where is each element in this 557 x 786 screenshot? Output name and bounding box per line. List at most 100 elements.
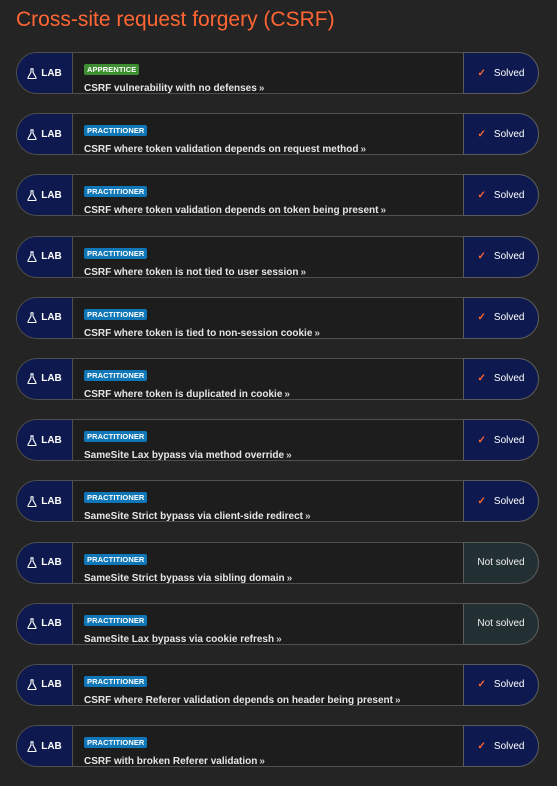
lab-badge: LAB [17,726,73,767]
level-tag: PRACTITIONER [84,737,148,749]
lab-badge-label: LAB [41,740,62,752]
lab-row[interactable]: LAB PRACTITIONER CSRF where token is not t… [16,235,539,278]
lab-body: PRACTITIONER CSRF where token is not tied… [84,243,458,278]
status-label: Solved [493,495,525,507]
status-label: Solved [493,67,525,79]
level-tag: PRACTITIONER [84,247,148,259]
lab-body: PRACTITIONER CSRF where token is tied to … [84,304,458,339]
status-label: Solved [493,128,525,140]
lab-row[interactable]: LAB PRACTITIONER CSRF where Referer valida… [16,663,539,706]
lab-badge: LAB [17,53,73,93]
lab-row[interactable]: LAB PRACTITIONER CSRF where token validati… [16,113,539,156]
lab-row[interactable]: LAB PRACTITIONER SameSite Strict bypass vi… [16,541,539,584]
lab-title: CSRF where token is not tied to user ses… [84,266,299,278]
lab-body: PRACTITIONER CSRF where token validation … [84,120,458,155]
double-chevron-right-icon: » [258,83,265,94]
lab-row[interactable]: LAB PRACTITIONER SameSite Lax bypass via m… [16,419,539,462]
lab-badge: LAB [17,603,73,644]
lab-title: SameSite Strict bypass via sibling domai… [84,572,285,584]
lab-title-link[interactable]: SameSite Lax bypass via cookie refresh» [84,634,458,645]
lab-title-link[interactable]: CSRF where token validation depends on t… [84,205,458,216]
flask-icon [27,312,37,324]
lab-row[interactable]: LAB PRACTITIONER CSRF where token is tied … [16,296,539,339]
lab-title-link[interactable]: CSRF where Referer validation depends on… [84,695,458,706]
lab-title-link[interactable]: SameSite Lax bypass via method override» [84,450,458,461]
status-badge: ✓ Solved [463,52,539,94]
lab-row[interactable]: LAB PRACTITIONER SameSite Lax bypass via c… [16,602,539,645]
lab-badge: LAB [17,358,73,399]
lab-title-link[interactable]: CSRF where token is not tied to user ses… [84,267,458,278]
flask-icon [27,557,37,569]
status-badge: Not solved [463,602,539,645]
lab-title-link[interactable]: CSRF where token is duplicated in cookie… [84,389,458,400]
lab-badge: LAB [17,664,73,705]
lab-badge: LAB [17,542,73,583]
lab-title: SameSite Lax bypass via method override [84,450,285,462]
lab-title-link[interactable]: SameSite Strict bypass via client-side r… [84,511,458,522]
double-chevron-right-icon: » [284,388,290,400]
status-label: Solved [493,434,525,446]
status-label: Solved [493,312,525,324]
level-tag: PRACTITIONER [84,369,148,381]
level-tag: PRACTITIONER [84,308,148,320]
lab-badge: LAB [17,481,73,522]
lab-title: CSRF with broken Referer validation [84,756,258,768]
check-icon: ✓ [477,434,486,446]
check-icon: ✓ [477,495,486,507]
lab-row[interactable]: LAB PRACTITIONER CSRF where token is dupli… [16,357,539,400]
flask-icon [27,373,37,385]
status-label: Solved [493,373,525,385]
double-chevron-right-icon: » [314,327,320,339]
status-label: Solved [493,189,525,201]
flask-icon [27,251,37,263]
lab-title: SameSite Lax bypass via cookie refresh [84,633,275,645]
level-tag: PRACTITIONER [84,614,148,626]
lab-title-link[interactable]: CSRF where token is tied to non-session … [84,328,458,339]
status-badge: ✓ Solved [463,174,539,217]
lab-badge-label: LAB [41,618,62,630]
lab-body: APPRENTICE CSRF vulnerability with no def… [84,59,458,94]
double-chevron-right-icon: » [276,633,282,645]
lab-title: CSRF where token is duplicated in cookie [84,388,283,400]
level-tag: PRACTITIONER [84,553,148,565]
lab-title-link[interactable]: CSRF where token validation depends on r… [84,144,458,155]
double-chevron-right-icon: » [380,205,387,217]
page-title: Cross-site request forgery (CSRF) [16,8,335,31]
double-chevron-right-icon: » [286,572,293,584]
status-badge: ✓ Solved [463,419,539,462]
lab-row[interactable]: LAB APPRENTICE CSRF vulnerability with no … [16,52,539,94]
lab-row[interactable]: LAB PRACTITIONER CSRF where token validati… [16,174,539,217]
level-tag: PRACTITIONER [84,492,148,504]
status-label: Not solved [477,557,525,568]
lab-badge: LAB [17,175,73,216]
double-chevron-right-icon: » [304,511,311,523]
flask-icon [27,618,37,630]
status-badge: Not solved [463,541,539,584]
lab-title: CSRF where token validation depends on t… [84,205,379,217]
double-chevron-right-icon: » [360,144,367,156]
lab-title: CSRF where token validation depends on r… [84,144,359,156]
lab-body: PRACTITIONER CSRF with broken Referer val… [84,732,458,767]
level-tag: PRACTITIONER [84,125,148,137]
status-label: Solved [493,740,525,752]
status-badge: ✓ Solved [463,725,539,768]
flask-icon [27,496,37,507]
check-icon: ✓ [477,679,486,691]
status-badge: ✓ Solved [463,113,539,156]
lab-body: PRACTITIONER SameSite Lax bypass via meth… [84,426,458,461]
lab-title: CSRF vulnerability with no defenses [84,83,257,94]
lab-title-link[interactable]: CSRF with broken Referer validation» [84,756,458,767]
lab-body: PRACTITIONER CSRF where Referer validatio… [84,671,458,706]
check-icon: ✓ [477,189,486,201]
lab-badge: LAB [17,114,73,155]
double-chevron-right-icon: » [300,266,307,278]
lab-body: PRACTITIONER SameSite Strict bypass via s… [84,549,458,584]
lab-row[interactable]: LAB PRACTITIONER CSRF with broken Referer … [16,725,539,768]
lab-badge: LAB [17,297,73,338]
lab-badge-label: LAB [41,373,62,385]
lab-badge-label: LAB [41,495,62,507]
lab-body: PRACTITIONER SameSite Lax bypass via cook… [84,610,458,645]
lab-title-link[interactable]: CSRF vulnerability with no defenses» [84,83,458,94]
lab-row[interactable]: LAB PRACTITIONER SameSite Strict bypass vi… [16,480,539,523]
lab-title-link[interactable]: SameSite Strict bypass via sibling domai… [84,573,458,584]
